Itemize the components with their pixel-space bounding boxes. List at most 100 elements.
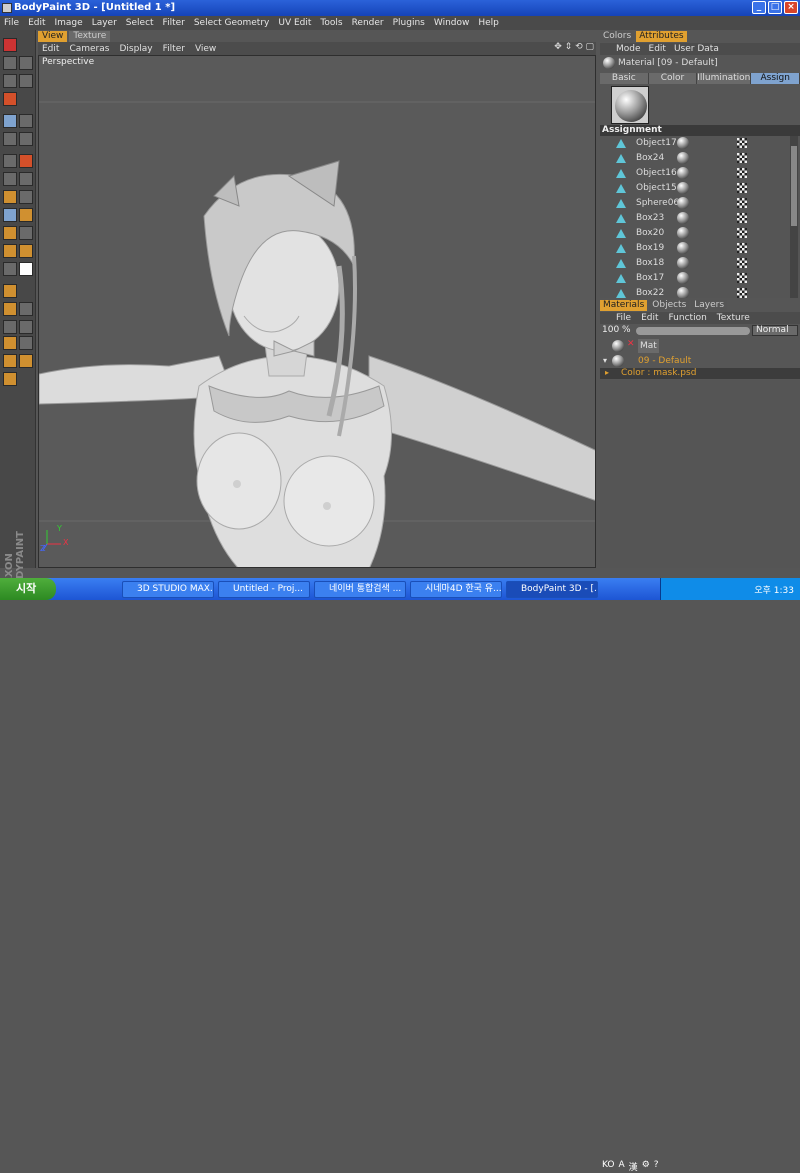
list-item[interactable]: Box18: [600, 256, 790, 271]
menu-plugins[interactable]: Plugins: [393, 18, 425, 28]
smudge-icon[interactable]: [3, 262, 17, 276]
hanja-icon[interactable]: 漢: [629, 1160, 638, 1173]
menu-edit[interactable]: Edit: [28, 18, 45, 28]
help-icon[interactable]: ?: [654, 1160, 659, 1173]
mat-menu-function[interactable]: Function: [669, 313, 707, 323]
close-icon[interactable]: ✕: [627, 339, 635, 349]
tab-layers[interactable]: Layers: [691, 300, 728, 311]
paint-brush-icon[interactable]: [3, 208, 17, 222]
record-icon[interactable]: [3, 92, 17, 106]
tab-materials[interactable]: Materials: [600, 300, 648, 311]
list-item[interactable]: Box19: [600, 241, 790, 256]
projection-icon[interactable]: [3, 132, 17, 146]
transform-icon[interactable]: [3, 190, 17, 204]
vp-menu-filter[interactable]: Filter: [163, 44, 185, 54]
clone-icon[interactable]: [19, 226, 33, 240]
assignment-scrollbar[interactable]: [790, 136, 798, 298]
mat-row[interactable]: ✕ Mat: [600, 339, 800, 353]
edge-icon[interactable]: [19, 336, 33, 350]
maximize-button[interactable]: □: [768, 1, 782, 14]
magnet-icon[interactable]: [3, 372, 17, 386]
settings-icon[interactable]: ⚙: [642, 1160, 650, 1173]
menu-select[interactable]: Select: [126, 18, 154, 28]
expand-arrow-icon[interactable]: ▾: [603, 356, 607, 365]
color-layer-row[interactable]: ▸ Color : mask.psd: [600, 368, 800, 379]
menu-render[interactable]: Render: [352, 18, 384, 28]
attr-menu-mode[interactable]: Mode: [616, 44, 641, 54]
list-item[interactable]: Object17: [600, 136, 790, 151]
render-icon[interactable]: [3, 38, 17, 52]
paint-setup-icon[interactable]: [3, 74, 17, 88]
taskbar-item-active[interactable]: BodyPaint 3D - [...: [506, 581, 598, 598]
tab-attributes[interactable]: Attributes: [636, 31, 687, 42]
grid-icon[interactable]: [3, 320, 17, 334]
ime-mode-icon[interactable]: A: [619, 1160, 625, 1173]
vp-menu-view[interactable]: View: [195, 44, 216, 54]
star-icon[interactable]: [19, 244, 33, 258]
relax-icon[interactable]: [19, 320, 33, 334]
material-item[interactable]: ▾ 09 - Default: [600, 354, 800, 368]
redo-icon[interactable]: [19, 56, 33, 70]
taskbar-item[interactable]: Untitled - Proj...: [218, 581, 310, 598]
close-button[interactable]: ×: [784, 1, 798, 14]
model-icon[interactable]: [19, 354, 33, 368]
3d-viewport[interactable]: Perspective Y Z X: [38, 55, 596, 568]
viewport-nav-icons[interactable]: ✥ ⇕ ⟲ ▢: [554, 42, 594, 52]
vp-menu-cameras[interactable]: Cameras: [69, 44, 109, 54]
taskbar-item[interactable]: 네이버 통합검색 ...: [314, 581, 406, 598]
checker-icon[interactable]: [19, 302, 33, 316]
pencil-icon[interactable]: [19, 208, 33, 222]
list-item[interactable]: Box23: [600, 211, 790, 226]
menu-tools[interactable]: Tools: [320, 18, 342, 28]
color-swatch-icon[interactable]: [19, 262, 33, 276]
eraser-icon[interactable]: [3, 226, 17, 240]
mat-menu-texture[interactable]: Texture: [717, 313, 750, 323]
select-rect-icon[interactable]: [3, 172, 17, 186]
fill-icon[interactable]: [3, 244, 17, 258]
menu-filter[interactable]: Filter: [163, 18, 185, 28]
pipette-icon[interactable]: [19, 74, 33, 88]
menu-select-geometry[interactable]: Select Geometry: [194, 18, 270, 28]
vp-menu-edit[interactable]: Edit: [42, 44, 59, 54]
mat-menu-edit[interactable]: Edit: [641, 313, 658, 323]
menu-file[interactable]: File: [4, 18, 19, 28]
start-button[interactable]: 시작: [0, 578, 56, 600]
tab-color[interactable]: Color: [648, 73, 698, 84]
select-lasso-icon[interactable]: [19, 172, 33, 186]
tab-texture[interactable]: Texture: [69, 31, 111, 42]
menu-help[interactable]: Help: [478, 18, 499, 28]
opacity-slider[interactable]: [636, 327, 750, 335]
scrollbar-thumb[interactable]: [791, 146, 797, 226]
list-item[interactable]: Box22: [600, 286, 790, 298]
taskbar-item[interactable]: 시네마4D 한국 유...: [410, 581, 502, 598]
list-item[interactable]: Box24: [600, 151, 790, 166]
projection-alt-icon[interactable]: [19, 132, 33, 146]
tab-colors[interactable]: Colors: [600, 31, 635, 42]
menu-image[interactable]: Image: [55, 18, 83, 28]
multi-brush-icon[interactable]: [19, 114, 33, 128]
list-item[interactable]: Object15: [600, 181, 790, 196]
tab-illumination[interactable]: Illumination: [697, 73, 752, 84]
polygon-icon[interactable]: [3, 336, 17, 350]
list-item[interactable]: Object16: [600, 166, 790, 181]
undo-icon[interactable]: [3, 56, 17, 70]
minimize-button[interactable]: _: [752, 1, 766, 14]
vp-menu-display[interactable]: Display: [119, 44, 152, 54]
lang-indicator[interactable]: KO: [602, 1160, 615, 1173]
list-item[interactable]: Box17: [600, 271, 790, 286]
tab-view[interactable]: View: [38, 31, 68, 42]
clock[interactable]: 오후 1:33: [754, 583, 794, 596]
list-item[interactable]: Box20: [600, 226, 790, 241]
menu-layer[interactable]: Layer: [92, 18, 117, 28]
taskbar-item[interactable]: 3D STUDIO MAX...: [122, 581, 214, 598]
tab-assign[interactable]: Assign: [751, 73, 800, 84]
expand-arrow-icon[interactable]: ▸: [605, 368, 609, 377]
move-icon[interactable]: [3, 154, 17, 168]
blend-mode-select[interactable]: Normal: [752, 325, 798, 336]
scale-icon[interactable]: [19, 154, 33, 168]
texture-icon[interactable]: [3, 302, 17, 316]
tab-basic[interactable]: Basic: [600, 73, 649, 84]
uv-icon[interactable]: [3, 284, 17, 298]
menu-uv-edit[interactable]: UV Edit: [278, 18, 311, 28]
tab-objects[interactable]: Objects: [649, 300, 690, 311]
